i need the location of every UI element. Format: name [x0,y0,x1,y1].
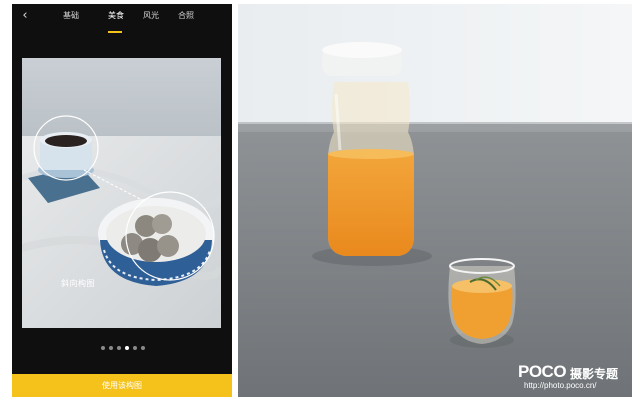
juice-photo-illustration [238,4,632,397]
chevron-left-icon: ‹ [22,8,28,23]
active-tab-indicator [108,31,122,33]
page-dot-1[interactable] [101,346,105,350]
page-dot-6[interactable] [141,346,145,350]
result-photo [238,4,632,397]
composition-example-photo: 斜向构图 [22,58,221,328]
page-dot-2[interactable] [109,346,113,350]
tab-basic[interactable]: 基础 [63,10,79,22]
page-dot-3[interactable] [117,346,121,350]
use-composition-button[interactable]: 使用该构图 [12,374,232,397]
tab-group-photo[interactable]: 合照 [178,10,194,22]
top-nav-bar: ‹ 基础 美食 风光 合照 [12,4,232,28]
page-dot-4[interactable] [125,346,129,350]
composition-type-label: 斜向构图 [61,279,95,288]
tab-food[interactable]: 美食 [108,10,124,22]
poco-logo: POCO [518,362,567,381]
back-button[interactable]: ‹ [18,9,32,23]
phone-screen: ‹ 基础 美食 风光 合照 斜向构图 使用该构图 [12,4,232,397]
tab-landscape[interactable]: 风光 [143,10,159,22]
watermark-url: http://photo.poco.cn/ [524,381,597,390]
food-photo-illustration [22,58,221,328]
page-dot-5[interactable] [133,346,137,350]
watermark-title: 摄影专题 [570,367,619,381]
